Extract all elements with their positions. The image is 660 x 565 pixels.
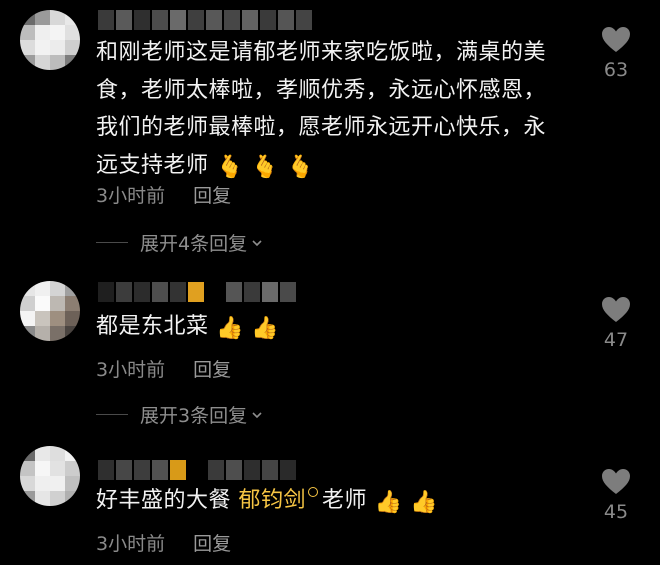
thumbs-up-emoji: 👍 <box>216 316 244 341</box>
comment-line-text: 都是东北菜 <box>96 314 209 339</box>
timestamp: 3小时前 <box>96 533 166 555</box>
like-button[interactable]: 47 <box>596 296 636 351</box>
heart-icon <box>602 27 630 52</box>
avatar[interactable] <box>20 446 80 506</box>
comment-list: 和刚老师这是请郁老师来家吃饭啦，满桌的美 食，老师太棒啦，孝顺优秀，永远心怀感恩… <box>0 0 660 565</box>
heart-icon <box>602 469 630 494</box>
finger-heart-emoji: 🫰 <box>251 154 280 180</box>
username-blurred[interactable] <box>98 282 296 304</box>
comment-line: 和刚老师这是请郁老师来家吃饭啦，满桌的美 <box>96 40 547 65</box>
like-count: 63 <box>603 59 629 81</box>
avatar[interactable] <box>20 281 80 341</box>
like-count: 47 <box>603 329 629 351</box>
like-button[interactable]: 45 <box>596 468 636 523</box>
comment-text: 好丰盛的大餐 郁钧剑 老师 👍 👍 <box>96 482 596 520</box>
username-blurred[interactable] <box>98 460 296 482</box>
thumbs-up-emoji: 👍 <box>374 490 403 515</box>
divider-line <box>96 414 128 415</box>
reply-button[interactable]: 回复 <box>193 181 231 208</box>
comment-line-text: 老师 <box>322 488 368 513</box>
reply-button[interactable]: 回复 <box>193 355 231 382</box>
comment-line: 远支持老师 🫰 🫰 🫰 <box>96 147 596 185</box>
chevron-down-icon <box>252 411 262 418</box>
comment-line-text: 远支持老师 <box>96 152 209 178</box>
username-blurred[interactable] <box>98 10 312 32</box>
mention-name: 郁钧剑 <box>238 488 307 513</box>
timestamp: 3小时前 <box>96 359 166 381</box>
mention-link[interactable]: 郁钧剑 <box>238 487 323 513</box>
comment-line-text: 好丰盛的大餐 <box>96 488 232 513</box>
comment-meta: 3小时前 回复 <box>96 529 231 556</box>
avatar[interactable] <box>20 10 80 70</box>
divider-line <box>96 242 128 243</box>
comment-line: 食，老师太棒啦，孝顺优秀，永远心怀感恩， <box>96 77 547 103</box>
heart-icon <box>602 297 630 322</box>
expand-replies-button[interactable]: 展开4条回复 <box>96 229 263 256</box>
mention-badge-icon <box>308 487 319 497</box>
thumbs-up-emoji: 👍 <box>251 316 280 341</box>
comment-meta: 3小时前 回复 <box>96 181 231 208</box>
comment-meta: 3小时前 回复 <box>96 355 231 382</box>
like-count: 45 <box>603 501 629 523</box>
thumbs-up-emoji: 👍 <box>409 490 438 515</box>
timestamp: 3小时前 <box>96 185 166 207</box>
finger-heart-emoji: 🫰 <box>286 154 315 180</box>
reply-button[interactable]: 回复 <box>193 529 231 556</box>
expand-replies-label: 展开3条回复 <box>140 405 248 427</box>
expand-replies-button[interactable]: 展开3条回复 <box>96 401 263 428</box>
like-button[interactable]: 63 <box>596 26 636 81</box>
finger-heart-emoji: 🫰 <box>216 154 244 180</box>
comment-line: 我们的老师最棒啦，愿老师永远开心快乐，永 <box>96 115 547 140</box>
comment-text: 都是东北菜 👍 👍 <box>96 308 596 346</box>
chevron-down-icon <box>252 239 262 246</box>
expand-replies-label: 展开4条回复 <box>140 233 248 255</box>
comment-text: 和刚老师这是请郁老师来家吃饭啦，满桌的美 食，老师太棒啦，孝顺优秀，永远心怀感恩… <box>96 34 596 184</box>
